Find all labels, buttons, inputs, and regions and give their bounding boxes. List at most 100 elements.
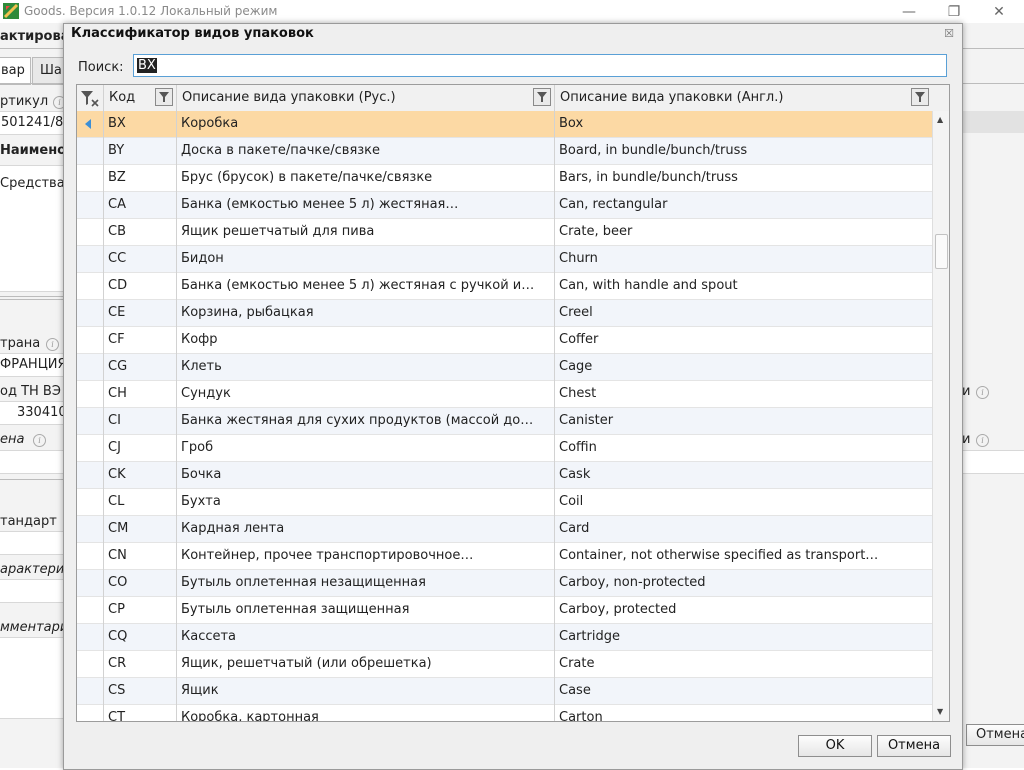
country-value: ФРАНЦИЯ [0, 357, 67, 372]
column-header-desc-en[interactable]: Описание вида упаковки (Англ.) [560, 85, 783, 111]
cell-code: CM [108, 521, 129, 536]
cell-code: CP [108, 602, 125, 617]
table-row[interactable]: CB Ящик решетчатый для пива Crate, beer [77, 219, 932, 246]
table-row[interactable]: CD Банка (емкостью менее 5 л) жестяная с … [77, 273, 932, 300]
scroll-down-icon[interactable]: ▼ [937, 707, 943, 716]
scrollbar-thumb[interactable] [935, 234, 948, 269]
filter-code-button[interactable] [155, 88, 173, 106]
country-label: трана [0, 336, 41, 351]
background-cancel-label: Отмена [976, 727, 1024, 742]
table-row[interactable]: CH Сундук Chest [77, 381, 932, 408]
table-row[interactable]: CR Ящик, решетчатый (или обрешетка) Crate [77, 651, 932, 678]
ok-button-label: OK [825, 738, 845, 753]
table-row[interactable]: CJ Гроб Coffin [77, 435, 932, 462]
cell-code: CC [108, 251, 127, 266]
table-row[interactable]: BX Коробка Box [77, 111, 932, 138]
tnved-field[interactable]: 330410 [0, 401, 67, 425]
cell-desc-en: Bars, in bundle/bunch/truss [559, 170, 738, 185]
cell-code: CB [108, 224, 126, 239]
table-row[interactable]: BY Доска в пакете/пачке/связке Board, in b… [77, 138, 932, 165]
table-row[interactable]: CC Бидон Churn [77, 246, 932, 273]
cell-code: CG [108, 359, 128, 374]
table-row[interactable]: CN Контейнер, прочее транспортировочное… C… [77, 543, 932, 570]
cell-desc-en: Churn [559, 251, 598, 266]
table-row[interactable]: CF Кофр Coffer [77, 327, 932, 354]
cell-desc-en: Card [559, 521, 590, 536]
table-row[interactable]: CO Бутыль оплетенная незащищенная Carboy, … [77, 570, 932, 597]
cell-desc-ru: Клеть [181, 359, 222, 374]
cell-desc-en: Coil [559, 494, 584, 509]
cell-desc-ru: Ящик, решетчатый (или обрешетка) [181, 656, 432, 671]
table-row[interactable]: CL Бухта Coil [77, 489, 932, 516]
cell-code: CJ [108, 440, 121, 455]
article-label: ртикул [0, 94, 49, 109]
table-row[interactable]: CP Бутыль оплетенная защищенная Carboy, pr… [77, 597, 932, 624]
table-row[interactable]: CQ Кассета Cartridge [77, 624, 932, 651]
characteristics-field[interactable] [0, 579, 63, 603]
info-icon: i [46, 338, 59, 351]
price-field[interactable] [0, 450, 63, 474]
table-row[interactable]: CA Банка (емкостью менее 5 л) жестяная… Ca… [77, 192, 932, 219]
cell-code: CL [108, 494, 125, 509]
info-icon: i [33, 434, 46, 447]
cancel-button[interactable]: Отмена [877, 735, 951, 757]
name-value: Средства [0, 176, 65, 191]
classifier-dialog: Классификатор видов упаковок ☒ Поиск: BX… [63, 23, 963, 770]
table-row[interactable]: CK Бочка Cask [77, 462, 932, 489]
cell-desc-en: Can, with handle and spout [559, 278, 738, 293]
tab-goods-label: вар [1, 63, 25, 78]
table-row[interactable]: CE Корзина, рыбацкая Creel [77, 300, 932, 327]
cell-desc-ru: Доска в пакете/пачке/связке [181, 143, 381, 158]
table-row[interactable]: CI Банка жестяная для сухих продуктов (ма… [77, 408, 932, 435]
comment-field[interactable] [0, 637, 63, 719]
dialog-close-icon[interactable]: ☒ [944, 27, 954, 40]
right-field[interactable] [961, 450, 1024, 474]
info-icon: i [976, 434, 989, 447]
column-header-desc-ru[interactable]: Описание вида упаковки (Рус.) [182, 85, 396, 111]
table-row[interactable]: CT Коробка, картонная Carton [77, 705, 932, 721]
name-field[interactable]: Средства [0, 165, 65, 292]
cell-desc-en: Creel [559, 305, 593, 320]
close-icon: ✕ [993, 3, 1005, 20]
cell-desc-ru: Коробка [181, 116, 239, 131]
window-close-button[interactable]: ✕ [976, 0, 1022, 23]
table-row[interactable]: CM Кардная лента Card [77, 516, 932, 543]
cell-desc-ru: Кассета [181, 629, 237, 644]
grid-header: Код Описание вида упаковки (Рус.) Описан… [77, 85, 949, 112]
table-row[interactable]: CG Клеть Cage [77, 354, 932, 381]
tnved-label: од ТН ВЭ [0, 384, 61, 399]
standard-field[interactable] [0, 531, 63, 555]
table-row[interactable]: BZ Брус (брусок) в пакете/пачке/связке Bar… [77, 165, 932, 192]
cell-desc-en: Canister [559, 413, 614, 428]
search-input[interactable]: BX [133, 54, 947, 77]
filter-desc-ru-button[interactable] [533, 88, 551, 106]
scroll-up-icon[interactable]: ▲ [937, 115, 943, 124]
cell-desc-ru: Гроб [181, 440, 214, 455]
table-row[interactable]: CS Ящик Case [77, 678, 932, 705]
cell-code: CA [108, 197, 126, 212]
article-field[interactable]: 501241/80 [0, 111, 72, 135]
background-cancel-button[interactable]: Отмена [966, 724, 1024, 746]
cell-desc-ru: Банка жестяная для сухих продуктов (масс… [181, 413, 534, 428]
cell-desc-en: Cartridge [559, 629, 620, 644]
clear-filter-button[interactable] [79, 89, 101, 107]
cell-desc-ru: Бухта [181, 494, 221, 509]
minimize-button[interactable]: — [886, 0, 932, 23]
packaging-grid: Код Описание вида упаковки (Рус.) Описан… [76, 84, 950, 722]
maximize-button[interactable]: ❐ [931, 0, 977, 23]
right-label-1: и [962, 384, 971, 399]
tab-template[interactable]: Ша [32, 57, 65, 85]
grid-scrollbar[interactable]: ▲ ▼ [932, 111, 949, 721]
column-header-code[interactable]: Код [109, 85, 135, 111]
cell-desc-en: Coffer [559, 332, 599, 347]
info-icon: i [976, 386, 989, 399]
search-label: Поиск: [78, 60, 124, 75]
cell-code: CO [108, 575, 128, 590]
price-label: ена [0, 432, 25, 447]
tab-goods[interactable]: вар [0, 57, 31, 85]
cell-desc-en: Board, in bundle/bunch/truss [559, 143, 748, 158]
cell-code: CD [108, 278, 128, 293]
ok-button[interactable]: OK [798, 735, 872, 757]
filter-desc-en-button[interactable] [911, 88, 929, 106]
country-field[interactable]: ФРАНЦИЯ [0, 353, 67, 377]
